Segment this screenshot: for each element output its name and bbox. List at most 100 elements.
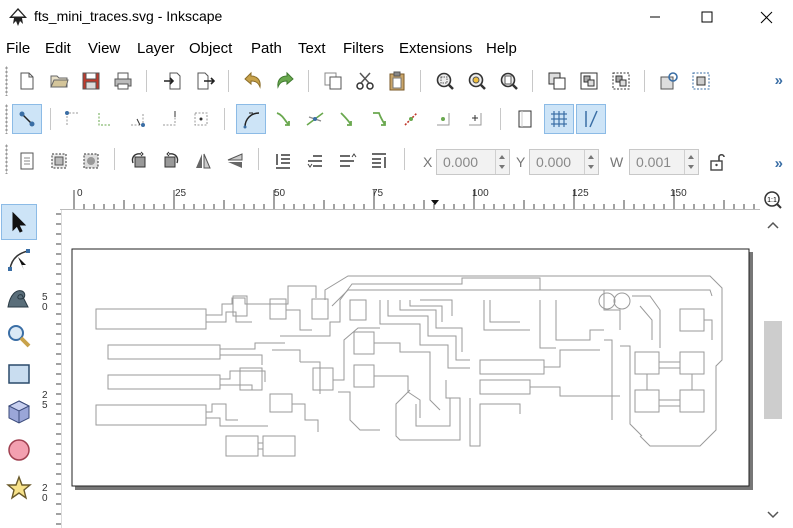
horizontal-ruler[interactable]: 0 25 50 75 100 125 150 [60, 188, 760, 210]
stepper-arrows-icon [499, 155, 505, 169]
snap-nodes-button[interactable] [236, 104, 266, 134]
3d-box-tool-button[interactable] [1, 394, 37, 430]
zoom-1-1-icon[interactable]: 1:1 [763, 190, 783, 210]
ruler-label: 125 [572, 188, 589, 199]
ellipse-tool-button[interactable] [1, 432, 37, 468]
align-button[interactable] [686, 66, 716, 96]
undo-button[interactable] [238, 66, 268, 96]
select-all-icon [20, 152, 34, 170]
group-icon [580, 72, 598, 90]
ruler-label: 150 [670, 188, 687, 199]
scroll-down-icon[interactable] [766, 510, 780, 520]
drawing-canvas[interactable] [62, 210, 760, 528]
menu-view[interactable]: View [88, 40, 120, 57]
w-stepper[interactable] [684, 150, 698, 174]
menu-edit[interactable]: Edit [45, 40, 71, 57]
snap-bbox-corner-button[interactable] [122, 104, 152, 134]
lower-button[interactable] [300, 146, 330, 176]
redo-button[interactable] [270, 66, 300, 96]
lock-ratio-button[interactable] [702, 147, 732, 177]
flip-vertical-icon [227, 153, 243, 168]
vertical-scrollbar[interactable] [760, 210, 793, 528]
menu-text[interactable]: Text [298, 40, 326, 57]
x-spinbox[interactable]: 0.000 [436, 149, 510, 175]
snap-bbox-center-button[interactable] [186, 104, 216, 134]
snap-bbox-midpoint-button[interactable] [154, 104, 184, 134]
print-button[interactable] [108, 66, 138, 96]
deselect-button[interactable] [76, 146, 106, 176]
snap-bbox-button[interactable] [58, 104, 88, 134]
toolbar-grip[interactable] [5, 104, 8, 134]
y-stepper[interactable] [584, 150, 598, 174]
commands-overflow-button[interactable]: » [775, 72, 783, 89]
flip-horizontal-button[interactable] [188, 146, 218, 176]
menu-file[interactable]: File [6, 40, 30, 57]
menu-path[interactable]: Path [251, 40, 282, 57]
snap-rotation-center-button[interactable] [460, 104, 490, 134]
scroll-up-icon[interactable] [766, 220, 780, 230]
lower-bottom-button[interactable] [268, 146, 298, 176]
duplicate-button[interactable] [542, 66, 572, 96]
new-document-button[interactable] [12, 66, 42, 96]
scrollbar-thumb[interactable] [764, 321, 782, 419]
maximize-button[interactable] [684, 0, 730, 34]
save-button[interactable] [76, 66, 106, 96]
selector-tool-button[interactable] [1, 204, 37, 240]
snap-page-border-button[interactable] [510, 104, 540, 134]
zoom-drawing-button[interactable] [462, 66, 492, 96]
title-bar: fts_mini_traces.svg - Inkscape [0, 0, 793, 34]
snap-midpoint-button[interactable] [396, 104, 426, 134]
snap-intersection-button[interactable] [300, 104, 330, 134]
y-spinbox[interactable]: 0.000 [529, 149, 599, 175]
ungroup-button[interactable] [606, 66, 636, 96]
select-all-button[interactable] [12, 146, 42, 176]
open-button[interactable] [44, 66, 74, 96]
snap-guide-button[interactable] [576, 104, 606, 134]
tool-controls-overflow-button[interactable]: » [775, 155, 783, 172]
import-button[interactable] [158, 66, 188, 96]
ruler-pointer-icon [431, 200, 439, 205]
snap-smooth-button[interactable] [364, 104, 394, 134]
node-tool-button[interactable] [1, 242, 37, 278]
copy-button[interactable] [318, 66, 348, 96]
close-button[interactable] [743, 0, 789, 34]
rectangle-tool-button[interactable] [1, 356, 37, 392]
snap-bbox-edge-button[interactable] [90, 104, 120, 134]
menu-help[interactable]: Help [486, 40, 517, 57]
zoom-page-button[interactable] [494, 66, 524, 96]
raise-icon [340, 153, 357, 167]
cut-button[interactable] [350, 66, 380, 96]
star-tool-button[interactable] [1, 470, 37, 506]
snap-cusp-button[interactable] [332, 104, 362, 134]
flip-vertical-button[interactable] [220, 146, 250, 176]
snap-toggle-button[interactable] [12, 104, 42, 134]
zoom-selection-button[interactable] [430, 66, 460, 96]
tweak-tool-button[interactable] [1, 280, 37, 316]
minimize-button[interactable] [632, 0, 678, 34]
menu-object[interactable]: Object [189, 40, 232, 57]
ellipse-tool-icon [8, 439, 30, 461]
rotate-cw-button[interactable] [156, 146, 186, 176]
vertical-ruler[interactable]: 5 0 2 5 2 0 [40, 210, 62, 528]
toolbar-grip[interactable] [5, 66, 8, 96]
zoom-tool-button[interactable] [1, 318, 37, 354]
snap-cusp-icon [340, 112, 352, 126]
group-button[interactable] [574, 66, 604, 96]
rotate-ccw-button[interactable] [124, 146, 154, 176]
select-all-layers-button[interactable] [44, 146, 74, 176]
snap-path-button[interactable] [268, 104, 298, 134]
w-spinbox[interactable]: 0.001 [629, 149, 699, 175]
snap-grid-button[interactable] [544, 104, 574, 134]
menu-extensions[interactable]: Extensions [399, 40, 472, 57]
toolbar-grip[interactable] [5, 144, 8, 174]
ruler-label: 50 [274, 188, 286, 199]
snap-object-center-button[interactable] [428, 104, 458, 134]
menu-filters[interactable]: Filters [343, 40, 384, 57]
fill-stroke-button[interactable] [654, 66, 684, 96]
export-button[interactable] [190, 66, 220, 96]
menu-layer[interactable]: Layer [137, 40, 175, 57]
raise-button[interactable] [332, 146, 362, 176]
x-stepper[interactable] [495, 150, 509, 174]
paste-button[interactable] [382, 66, 412, 96]
raise-top-button[interactable] [364, 146, 394, 176]
